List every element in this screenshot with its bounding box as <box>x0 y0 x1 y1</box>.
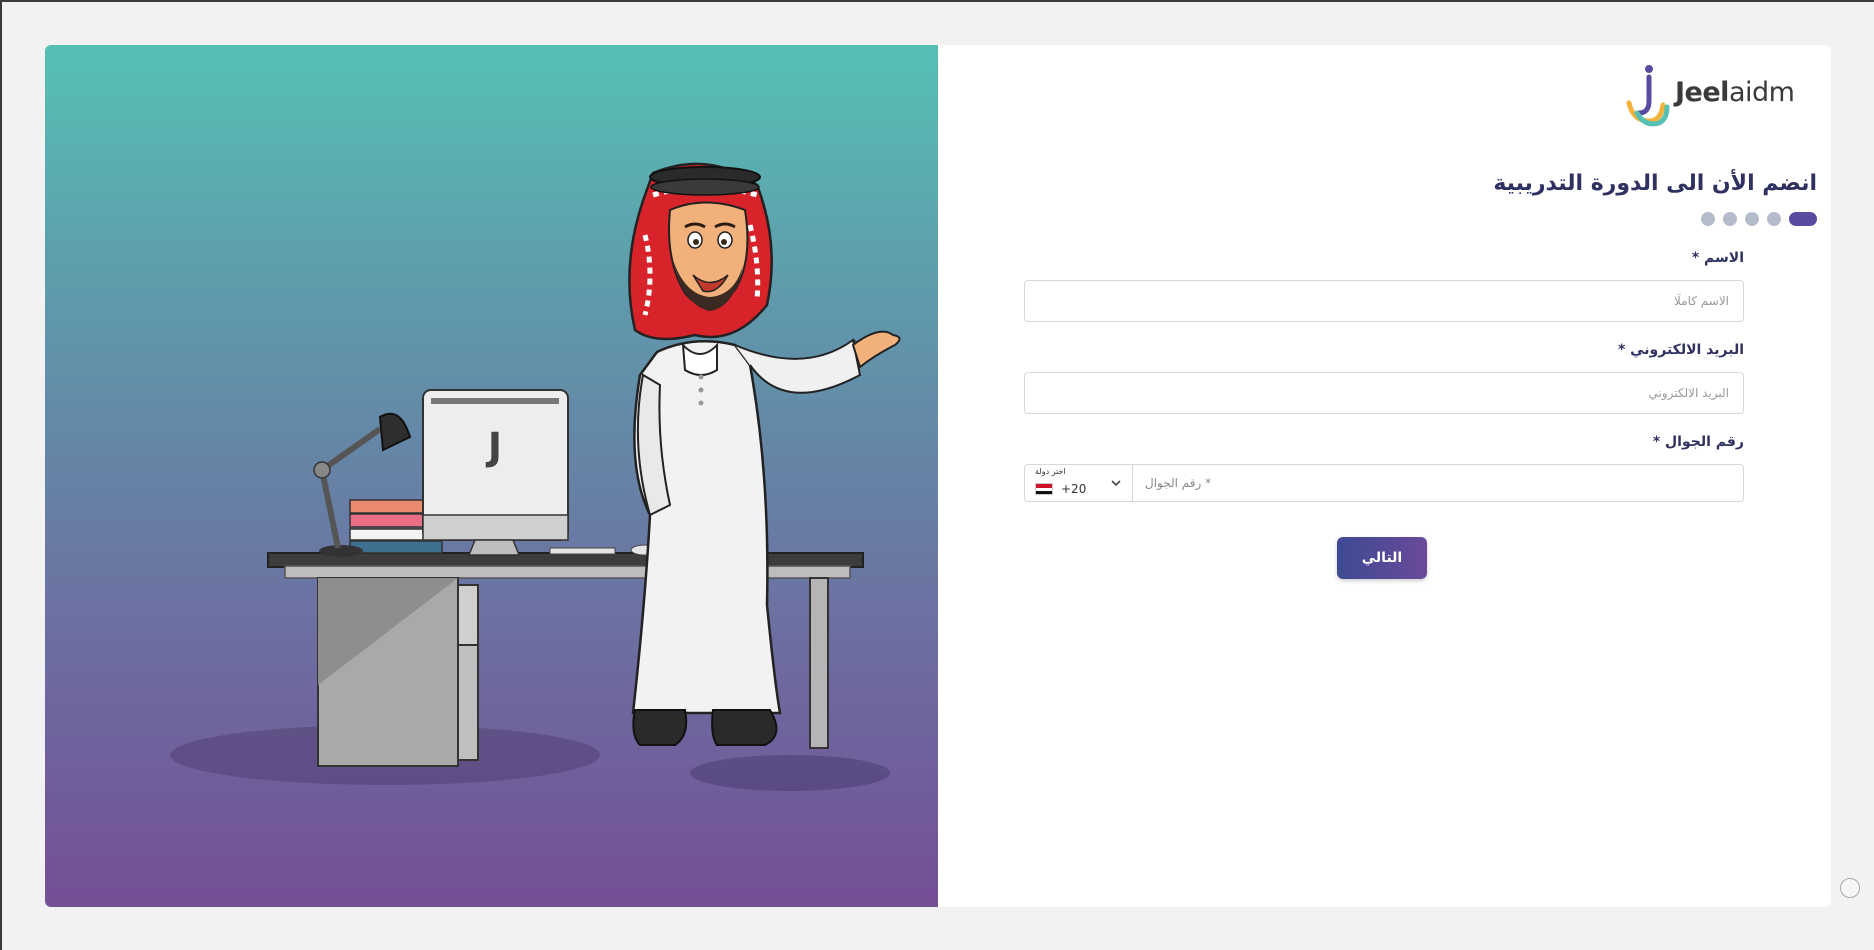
man-in-thobe-at-desk-illustration: J <box>170 162 901 791</box>
step-indicator <box>1701 212 1715 226</box>
window-frame-top <box>0 0 1874 2</box>
chevron-down-icon <box>1111 480 1121 487</box>
jeelaidm-logo: Jeelaidm <box>1623 61 1803 131</box>
step-indicator <box>1767 212 1781 226</box>
signup-form-panel: Jeelaidm انضم الأن الى الدورة التدريبية … <box>938 45 1831 907</box>
hero-illustration-panel: J <box>45 45 938 907</box>
country-select[interactable]: اختر دولة +20 <box>1025 465 1133 501</box>
progress-steps <box>1701 212 1817 226</box>
next-button[interactable]: التالي <box>1337 537 1427 579</box>
email-field[interactable] <box>1024 372 1744 414</box>
country-select-caption: اختر دولة <box>1035 467 1066 476</box>
name-field[interactable] <box>1024 280 1744 322</box>
floating-widget-icon[interactable] <box>1840 878 1860 898</box>
phone-label: رقم الجوال * <box>1652 434 1744 450</box>
signup-form: الاسم * البريد الالكتروني * رقم الجوال *… <box>1024 250 1744 502</box>
jeel-logo-icon <box>1626 65 1670 127</box>
step-indicator <box>1745 212 1759 226</box>
egypt-flag-icon <box>1035 483 1053 495</box>
step-indicator-active <box>1789 212 1817 226</box>
page-title: انضم الأن الى الدورة التدريبية <box>1493 171 1817 196</box>
step-indicator <box>1723 212 1737 226</box>
signup-card: J Jeelaidm انضم الأن الى الدورة التدريبي… <box>45 45 1831 907</box>
phone-input-group: اختر دولة +20 <box>1024 464 1744 502</box>
email-label: البريد الالكتروني * <box>1617 342 1744 358</box>
window-frame-left <box>0 0 2 950</box>
dial-code: +20 <box>1061 482 1087 496</box>
logo-wordmark: Jeelaidm <box>1675 77 1795 108</box>
name-label: الاسم * <box>1691 250 1744 266</box>
phone-field[interactable] <box>1133 465 1743 501</box>
svg-text:J: J <box>485 425 502 469</box>
